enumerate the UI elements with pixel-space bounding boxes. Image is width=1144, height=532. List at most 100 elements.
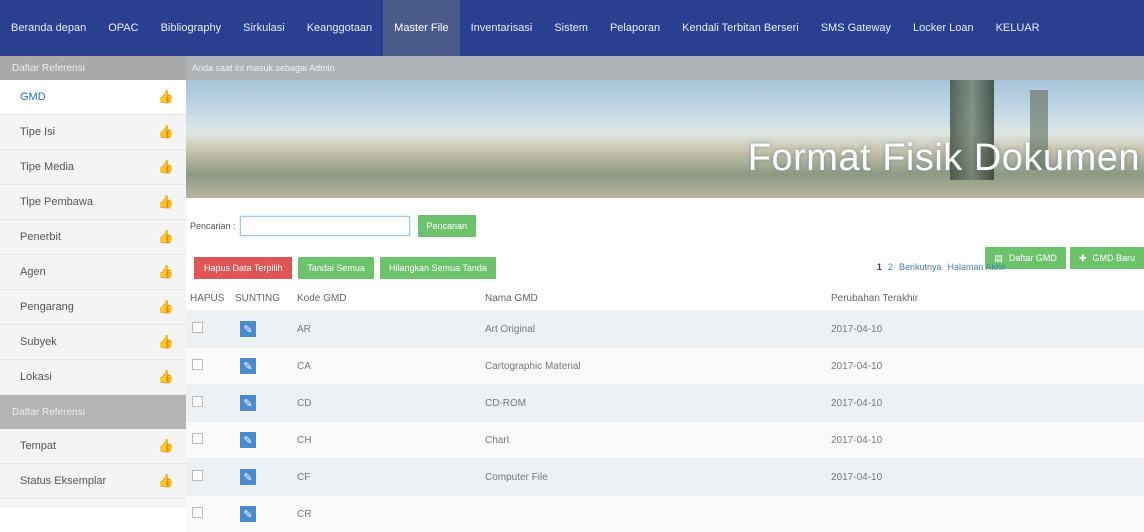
cell-date: 2017-04-10 <box>830 459 1144 496</box>
col-perubahan-terakhir[interactable]: Perubahan Terakhir <box>830 286 1144 311</box>
page-2-link[interactable]: 2 <box>888 262 893 272</box>
sidebar: Daftar Referensi GMD 👍 Tipe Isi 👍 Tipe Med… <box>0 56 186 508</box>
thumbs-up-icon: 👍 <box>158 124 174 140</box>
thumbs-up-icon: 👍 <box>158 89 174 105</box>
sidebar-item-label: Tipe Isi <box>20 126 55 138</box>
sidebar-item-penerbit[interactable]: Penerbit 👍 <box>0 220 186 255</box>
page-title: Format Fisik Dokumen <box>748 137 1140 180</box>
sidebar-item-label: Tipe Media <box>20 161 74 173</box>
nav-item-keanggotaan[interactable]: Keanggotaan <box>296 0 383 56</box>
row-checkbox[interactable] <box>192 359 203 370</box>
edit-icon[interactable]: ✎ <box>240 506 256 522</box>
sidebar-item-label: Status Eksemplar <box>20 475 106 487</box>
row-checkbox[interactable] <box>192 322 203 333</box>
thumbs-up-icon: 👍 <box>158 369 174 385</box>
sidebar-item-label: Tempat <box>20 440 56 452</box>
nav-item-keluar[interactable]: KELUAR <box>985 0 1051 56</box>
main-content: Anda saat ini masuk sebagai Admin Format… <box>186 56 1144 508</box>
thumbs-up-icon: 👍 <box>158 334 174 350</box>
nav-item-sistem[interactable]: Sistem <box>543 0 599 56</box>
edit-icon[interactable]: ✎ <box>240 358 256 374</box>
sidebar-item-label: Penerbit <box>20 231 61 243</box>
cell-date: 2017-04-10 <box>830 385 1144 422</box>
row-checkbox[interactable] <box>192 507 203 518</box>
mark-all-button[interactable]: Tandai Semua <box>298 257 374 279</box>
edit-icon[interactable]: ✎ <box>240 432 256 448</box>
page-current: 1 <box>877 262 882 272</box>
sidebar-item-label: GMD <box>20 91 46 103</box>
sidebar-item-tipe-isi[interactable]: Tipe Isi 👍 <box>0 115 186 150</box>
table-row: ✎ CF Computer File 2017-04-10 <box>186 459 1144 496</box>
top-nav: Beranda depan OPAC Bibliography Sirkulas… <box>0 0 1144 56</box>
thumbs-up-icon: 👍 <box>158 438 174 454</box>
thumbs-up-icon: 👍 <box>158 473 174 489</box>
sidebar-item-tipe-media[interactable]: Tipe Media 👍 <box>0 150 186 185</box>
thumbs-up-icon: 👍 <box>158 264 174 280</box>
col-nama-gmd[interactable]: Nama GMD <box>484 286 830 311</box>
col-sunting: SUNTING <box>234 286 296 311</box>
sidebar-item-tempat[interactable]: Tempat 👍 <box>0 429 186 464</box>
nav-item-sirkulasi[interactable]: Sirkulasi <box>232 0 296 56</box>
cell-code: AR <box>296 311 484 348</box>
sidebar-item-label: Lokasi <box>20 371 52 383</box>
nav-item-locker-loan[interactable]: Locker Loan <box>902 0 985 56</box>
cell-code: CD <box>296 385 484 422</box>
table-row: ✎ CH Chart 2017-04-10 <box>186 422 1144 459</box>
sidebar-header: Daftar Referensi <box>0 56 186 80</box>
cell-name: Cartographic Material <box>484 348 830 385</box>
next-page-link[interactable]: Berikutnya <box>899 262 942 272</box>
sidebar-item-label: Pengarang <box>20 301 74 313</box>
table-header-row: HAPUS SUNTING Kode GMD Nama GMD Perubaha… <box>186 286 1144 311</box>
search-row: Pencarian : Pencarian <box>186 208 1144 244</box>
nav-item-inventarisasi[interactable]: Inventarisasi <box>460 0 544 56</box>
sidebar-item-agen[interactable]: Agen 👍 <box>0 255 186 290</box>
row-checkbox[interactable] <box>192 396 203 407</box>
thumbs-up-icon: 👍 <box>158 159 174 175</box>
sidebar-item-label: Subyek <box>20 336 57 348</box>
nav-item-beranda[interactable]: Beranda depan <box>0 0 97 56</box>
unmark-all-button[interactable]: Hilangkan Semua Tanda <box>380 257 496 279</box>
sidebar-item-tipe-pembawa[interactable]: Tipe Pembawa 👍 <box>0 185 186 220</box>
edit-icon[interactable]: ✎ <box>240 469 256 485</box>
cell-code: CH <box>296 422 484 459</box>
sidebar-item-subyek[interactable]: Subyek 👍 <box>0 325 186 360</box>
sidebar-item-lokasi[interactable]: Lokasi 👍 <box>0 360 186 395</box>
delete-selected-button[interactable]: Hapus Data Terpilih <box>194 257 292 279</box>
nav-item-opac[interactable]: OPAC <box>97 0 149 56</box>
table-row: ✎ CR <box>186 496 1144 532</box>
nav-item-master-file[interactable]: Master File <box>383 0 459 56</box>
table-row: ✎ AR Art Original 2017-04-10 <box>186 311 1144 348</box>
cell-name: Art Original <box>484 311 830 348</box>
nav-item-pelaporan[interactable]: Pelaporan <box>599 0 671 56</box>
banner: Format Fisik Dokumen <box>186 80 1144 198</box>
last-page-link[interactable]: Halaman Akhir <box>947 262 1006 272</box>
cell-code: CA <box>296 348 484 385</box>
sidebar-item-status-eksemplar[interactable]: Status Eksemplar 👍 <box>0 464 186 499</box>
cell-date: 2017-04-10 <box>830 348 1144 385</box>
edit-icon[interactable]: ✎ <box>240 395 256 411</box>
thumbs-up-icon: 👍 <box>158 229 174 245</box>
sidebar-item-label: Agen <box>20 266 46 278</box>
gmd-table: HAPUS SUNTING Kode GMD Nama GMD Perubaha… <box>186 286 1144 532</box>
edit-icon[interactable]: ✎ <box>240 321 256 337</box>
cell-date: 2017-04-10 <box>830 311 1144 348</box>
row-checkbox[interactable] <box>192 470 203 481</box>
nav-item-bibliography[interactable]: Bibliography <box>150 0 233 56</box>
row-checkbox[interactable] <box>192 433 203 444</box>
cell-code: CR <box>296 496 484 532</box>
search-label: Pencarian : <box>190 221 236 231</box>
thumbs-up-icon: 👍 <box>158 194 174 210</box>
nav-item-sms-gateway[interactable]: SMS Gateway <box>810 0 902 56</box>
cell-name: Computer File <box>484 459 830 496</box>
nav-item-kendali-terbitan[interactable]: Kendali Terbitan Berseri <box>671 0 810 56</box>
search-button[interactable]: Pencarian <box>418 215 477 237</box>
cell-date: 2017-04-10 <box>830 422 1144 459</box>
col-kode-gmd[interactable]: Kode GMD <box>296 286 484 311</box>
sidebar-item-label: Tipe Pembawa <box>20 196 93 208</box>
sidebar-item-pengarang[interactable]: Pengarang👍 <box>0 290 186 325</box>
sidebar-item-gmd[interactable]: GMD 👍 <box>0 80 186 115</box>
search-input[interactable] <box>240 216 410 236</box>
login-info: Anda saat ini masuk sebagai Admin <box>186 56 1144 80</box>
cell-code: CF <box>296 459 484 496</box>
cell-name: CD-ROM <box>484 385 830 422</box>
